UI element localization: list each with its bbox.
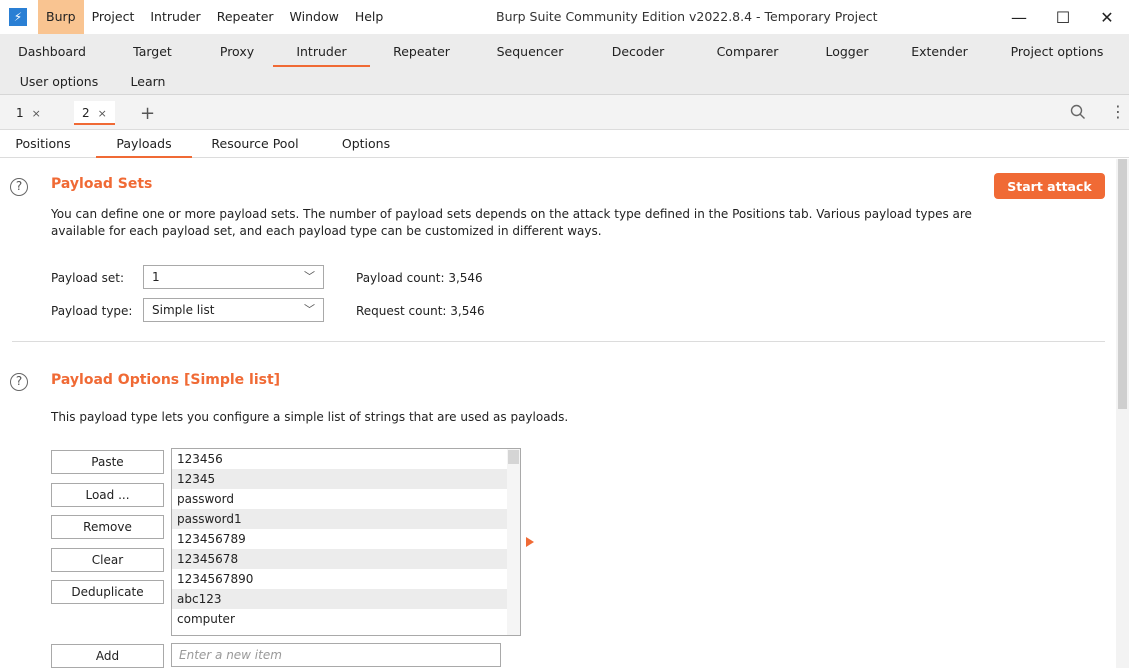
deduplicate-button[interactable]: Deduplicate — [51, 580, 164, 604]
tab-resource-pool[interactable]: Resource Pool — [200, 130, 310, 158]
search-icon[interactable] — [1070, 104, 1086, 123]
help-icon[interactable]: ? — [10, 373, 28, 391]
payload-sets-description-line1: You can define one or more payload sets.… — [51, 207, 972, 221]
tab-comparer[interactable]: Comparer — [689, 37, 806, 67]
menu-intruder[interactable]: Intruder — [142, 0, 208, 34]
tab-dashboard[interactable]: Dashboard — [0, 37, 104, 67]
payload-type-select[interactable]: Simple list ﹀ — [143, 298, 324, 322]
add-tab-icon[interactable]: + — [140, 103, 155, 124]
tab-user-options[interactable]: User options — [0, 67, 118, 97]
instance-tab-label: 2 — [82, 106, 90, 120]
section-divider — [12, 341, 1105, 342]
payload-set-select[interactable]: 1 ﹀ — [143, 265, 324, 289]
new-item-input[interactable]: Enter a new item — [171, 643, 501, 667]
tab-logger[interactable]: Logger — [806, 37, 888, 67]
menu-burp[interactable]: Burp — [38, 0, 84, 34]
tab-decoder[interactable]: Decoder — [587, 37, 689, 67]
tab-proxy[interactable]: Proxy — [201, 37, 273, 67]
menu-window[interactable]: Window — [282, 0, 347, 34]
tab-repeater[interactable]: Repeater — [370, 37, 473, 67]
burp-app-icon: ⚡ — [9, 8, 27, 26]
list-item[interactable]: computer — [172, 609, 507, 629]
instance-tab-label: 1 — [16, 106, 24, 120]
instance-tab-1[interactable]: 1 × — [8, 101, 49, 125]
list-item[interactable]: 123456789 — [172, 529, 507, 549]
tool-tabs: Dashboard Target Proxy Intruder Repeater… — [0, 34, 1129, 95]
intruder-instance-tabs: 1 × 2 × + — [0, 95, 1129, 130]
menu-bar: Burp Project Intruder Repeater Window He… — [38, 0, 391, 34]
tab-options[interactable]: Options — [324, 130, 408, 158]
tab-sequencer[interactable]: Sequencer — [473, 37, 587, 67]
paste-button[interactable]: Paste — [51, 450, 164, 474]
title-bar: ⚡ Burp Project Intruder Repeater Window … — [0, 0, 1129, 34]
list-item[interactable]: 12345678 — [172, 549, 507, 569]
main-scrollbar-thumb[interactable] — [1118, 159, 1127, 409]
load-button[interactable]: Load ... — [51, 483, 164, 507]
list-scrollbar-thumb[interactable] — [508, 450, 519, 464]
payload-type-label: Payload type: — [51, 304, 133, 318]
chevron-down-icon: ﹀ — [304, 303, 315, 316]
maximize-button[interactable]: ☐ — [1041, 0, 1085, 34]
tab-positions[interactable]: Positions — [0, 130, 86, 158]
close-tab-icon[interactable]: × — [32, 107, 41, 120]
menu-repeater[interactable]: Repeater — [209, 0, 282, 34]
list-item[interactable]: 123456 — [172, 449, 507, 469]
tab-intruder[interactable]: Intruder — [273, 37, 370, 67]
menu-help[interactable]: Help — [347, 0, 392, 34]
add-button[interactable]: Add — [51, 644, 164, 668]
payload-sets-description-line2: available for each payload set, and each… — [51, 224, 602, 238]
tab-target[interactable]: Target — [104, 37, 201, 67]
payload-type-value: Simple list — [152, 303, 215, 317]
payload-count: Payload count: 3,546 — [356, 271, 483, 285]
tab-payloads[interactable]: Payloads — [96, 130, 192, 158]
list-scrollbar[interactable] — [507, 449, 520, 635]
list-item[interactable]: abc123 — [172, 589, 507, 609]
main-scrollbar[interactable] — [1116, 159, 1129, 668]
list-item[interactable]: 12345 — [172, 469, 507, 489]
clear-button[interactable]: Clear — [51, 548, 164, 572]
instance-tab-2[interactable]: 2 × — [74, 101, 115, 125]
more-vertical-icon[interactable]: ⋮ — [1110, 104, 1126, 120]
start-attack-button[interactable]: Start attack — [994, 173, 1105, 199]
payload-set-value: 1 — [152, 270, 160, 284]
payload-list[interactable]: 123456 12345 password password1 12345678… — [171, 448, 521, 636]
tab-extender[interactable]: Extender — [888, 37, 991, 67]
request-count: Request count: 3,546 — [356, 304, 485, 318]
arrow-right-icon — [526, 537, 534, 547]
close-tab-icon[interactable]: × — [98, 107, 107, 120]
window-title: Burp Suite Community Edition v2022.8.4 -… — [496, 9, 878, 24]
remove-button[interactable]: Remove — [51, 515, 164, 539]
close-button[interactable]: ✕ — [1085, 0, 1129, 34]
list-item[interactable]: password1 — [172, 509, 507, 529]
payload-set-label: Payload set: — [51, 271, 124, 285]
help-icon[interactable]: ? — [10, 178, 28, 196]
intruder-sub-tabs: Positions Payloads Resource Pool Options — [0, 130, 1129, 158]
list-item[interactable]: password — [172, 489, 507, 509]
minimize-button[interactable]: — — [997, 0, 1041, 34]
menu-project[interactable]: Project — [84, 0, 143, 34]
tab-project-options[interactable]: Project options — [991, 37, 1123, 67]
payload-options-description: This payload type lets you configure a s… — [51, 410, 569, 424]
payload-options-title: Payload Options [Simple list] — [51, 372, 281, 388]
chevron-down-icon: ﹀ — [304, 270, 315, 283]
list-item[interactable]: 1234567890 — [172, 569, 507, 589]
payload-sets-title: Payload Sets — [51, 176, 153, 192]
tab-learn[interactable]: Learn — [118, 67, 178, 97]
